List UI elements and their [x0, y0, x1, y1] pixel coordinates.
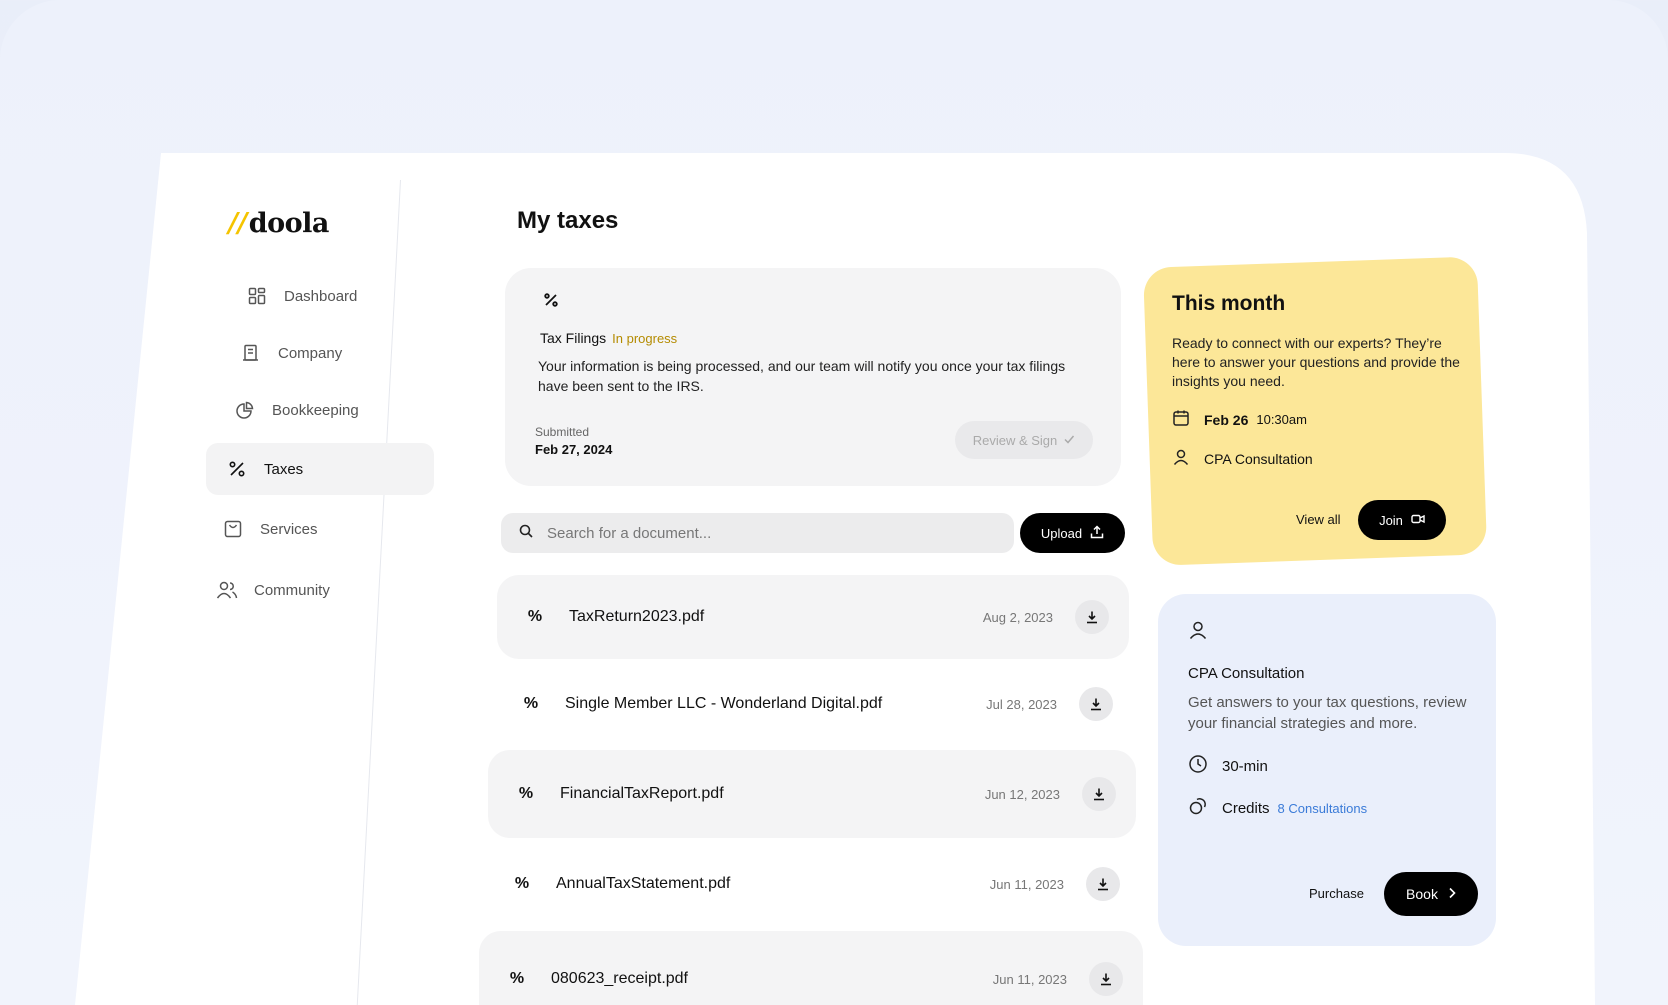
document-date: Jun 12, 2023 [984, 786, 1060, 802]
document-name: AnnualTaxStatement.pdf [556, 875, 731, 892]
review-sign-label: Review & Sign [972, 432, 1058, 448]
join-button[interactable]: Join [1358, 500, 1446, 540]
grid-icon [246, 285, 268, 307]
document-date: Aug 2, 2023 [982, 609, 1053, 625]
book-button[interactable]: Book [1384, 872, 1478, 916]
download-icon[interactable] [1089, 962, 1123, 996]
calendar-icon [1172, 409, 1190, 430]
document-search[interactable] [501, 513, 1014, 553]
percent-icon: % [514, 875, 530, 892]
check-icon [1063, 433, 1075, 448]
list-item[interactable]: % AnnualTaxStatement.pdf Jun 11, 2023 [484, 842, 1140, 926]
list-item[interactable]: % FinancialTaxReport.pdf Jun 12, 2023 [488, 750, 1136, 838]
coins-icon [1188, 796, 1208, 820]
cpa-title: CPA Consultation [1188, 665, 1305, 682]
appointment-date-row: Feb 26 10:30am [1172, 409, 1472, 430]
this-month-title: This month [1172, 292, 1286, 315]
cpa-description: Get answers to your tax questions, revie… [1188, 694, 1467, 732]
status-badge: In progress [612, 331, 678, 346]
duration-value: 30-min [1222, 757, 1268, 775]
logo-text: doola [248, 208, 330, 239]
document-date: Jul 28, 2023 [986, 696, 1057, 712]
download-icon[interactable] [1082, 777, 1116, 811]
view-all-link[interactable]: View all [1296, 512, 1341, 527]
sidebar-item-bookkeeping[interactable]: Bookkeeping [214, 384, 359, 436]
join-label: Join [1379, 512, 1403, 528]
appointment-type: CPA Consultation [1204, 450, 1313, 467]
percent-icon [226, 458, 248, 480]
list-item[interactable]: % 080623_receipt.pdf Jun 11, 2023 [479, 931, 1143, 1005]
sidebar-item-label: Bookkeeping [272, 401, 359, 419]
credits-link[interactable]: 8 Consultations [1278, 801, 1368, 816]
sidebar-item-label: Company [278, 344, 343, 362]
percent-icon: % [518, 785, 534, 802]
document-name: 080623_receipt.pdf [551, 970, 688, 987]
upload-label: Upload [1040, 525, 1083, 541]
sidebar-item-taxes[interactable]: Taxes [206, 443, 434, 495]
this-month-content: This month Ready to connect with our exp… [1172, 292, 1472, 469]
sidebar-item-label: Services [260, 520, 318, 538]
card-title: Tax Filings In progress [540, 330, 677, 346]
percent-icon: % [523, 695, 539, 712]
duration-row: 30-min [1188, 754, 1478, 778]
building-icon [240, 342, 262, 364]
upload-button[interactable]: Upload [1020, 513, 1125, 553]
document-name: TaxReturn2023.pdf [569, 608, 705, 625]
video-icon [1411, 513, 1425, 528]
book-label: Book [1406, 886, 1438, 902]
submitted-date: Feb 27, 2024 [535, 442, 613, 457]
chevron-right-icon [1448, 886, 1456, 902]
submitted-label: Submitted [535, 425, 590, 439]
credits-row: Credits 8 Consultations [1188, 796, 1478, 820]
list-item[interactable]: % Single Member LLC - Wonderland Digital… [493, 662, 1133, 746]
card-description: Your information is being processed, and… [538, 358, 1066, 394]
this-month-description: Ready to connect with our experts? They’… [1172, 335, 1460, 389]
pie-chart-icon [234, 399, 256, 421]
doola-logo[interactable]: //doola [228, 208, 329, 239]
tax-filings-card: Tax Filings In progress Your information … [505, 268, 1121, 486]
percent-icon [543, 292, 559, 313]
bag-icon [222, 518, 244, 540]
download-icon[interactable] [1075, 600, 1109, 634]
sidebar-item-label: Taxes [264, 460, 304, 478]
logo-mark: // [228, 208, 247, 239]
document-name: FinancialTaxReport.pdf [560, 785, 724, 802]
cpa-consultation-content: CPA Consultation Get answers to your tax… [1188, 620, 1478, 820]
clock-icon [1188, 754, 1208, 778]
tax-filings-title: Tax Filings [540, 330, 607, 346]
document-name: Single Member LLC - Wonderland Digital.p… [565, 695, 883, 712]
download-icon[interactable] [1086, 867, 1120, 901]
document-date: Jun 11, 2023 [992, 971, 1067, 987]
purchase-link[interactable]: Purchase [1309, 886, 1364, 901]
appointment-date: Feb 26 [1204, 411, 1249, 428]
sidebar-item-community[interactable]: Community [196, 564, 330, 616]
list-item[interactable]: % TaxReturn2023.pdf Aug 2, 2023 [497, 575, 1129, 659]
search-icon [519, 524, 533, 543]
percent-icon: % [527, 608, 543, 625]
sidebar-item-company[interactable]: Company [220, 327, 342, 379]
search-input[interactable] [547, 524, 967, 542]
user-icon [1172, 448, 1190, 469]
user-icon [1188, 621, 1208, 644]
sidebar-item-dashboard[interactable]: Dashboard [226, 270, 357, 322]
appointment-type-row: CPA Consultation [1172, 448, 1472, 469]
document-date: Jun 11, 2023 [989, 876, 1064, 892]
sidebar-item-label: Dashboard [284, 287, 358, 305]
users-icon [216, 579, 238, 601]
sidebar-item-services[interactable]: Services [202, 503, 318, 555]
page-title: My taxes [517, 207, 619, 234]
appointment-time: 10:30am [1256, 412, 1307, 427]
review-sign-button[interactable]: Review & Sign [955, 421, 1093, 459]
download-icon[interactable] [1079, 687, 1113, 721]
sidebar-item-label: Community [254, 581, 330, 599]
upload-icon [1090, 524, 1104, 542]
percent-icon: % [509, 970, 525, 987]
credits-label: Credits [1222, 799, 1270, 817]
